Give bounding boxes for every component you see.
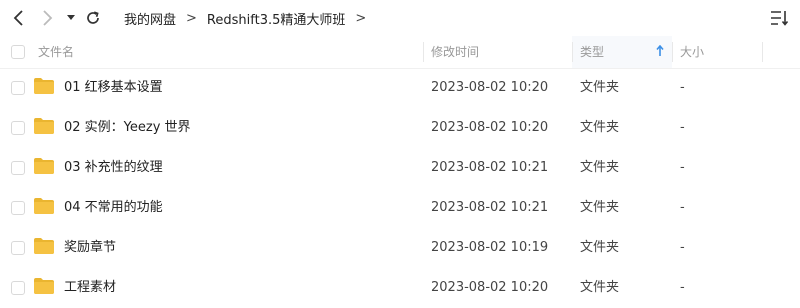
file-type: 文件夹 — [580, 200, 620, 215]
refresh-icon — [87, 11, 99, 24]
file-modified: 2023-08-02 10:19 — [431, 240, 549, 255]
toolbar: 我的网盘 > Redshift3.5精通大师班 > — [0, 0, 800, 36]
row-checkbox[interactable] — [11, 241, 25, 255]
file-size: - — [680, 80, 685, 95]
row-checkbox[interactable] — [11, 161, 25, 175]
column-header-size[interactable]: 大小 — [680, 36, 704, 68]
row-checkbox[interactable] — [11, 281, 25, 295]
file-type: 文件夹 — [580, 80, 620, 95]
breadcrumb-item-current[interactable]: Redshift3.5精通大师班 — [207, 9, 345, 28]
caret-down-icon — [67, 15, 75, 20]
column-divider[interactable] — [762, 42, 763, 62]
folder-icon — [34, 78, 54, 94]
sort-list-icon — [771, 11, 789, 26]
file-size: - — [680, 240, 685, 255]
file-row[interactable]: 奖励章节 2023-08-02 10:19 文件夹 - — [0, 228, 800, 268]
file-modified: 2023-08-02 10:20 — [431, 280, 549, 295]
folder-icon — [34, 158, 54, 174]
column-header-type[interactable]: 类型 — [580, 36, 604, 68]
file-row[interactable]: 01 红移基本设置 2023-08-02 10:20 文件夹 - — [0, 68, 800, 108]
column-divider[interactable] — [572, 42, 573, 62]
chevron-right-icon — [43, 10, 53, 26]
file-row[interactable]: 04 不常用的功能 2023-08-02 10:21 文件夹 - — [0, 188, 800, 228]
select-all-checkbox[interactable] — [11, 45, 25, 59]
file-modified: 2023-08-02 10:21 — [431, 160, 549, 175]
file-type: 文件夹 — [580, 280, 620, 295]
folder-icon — [34, 278, 54, 294]
column-header-modified[interactable]: 修改时间 — [431, 36, 479, 68]
column-header: 文件名 修改时间 类型 大小 — [0, 36, 800, 69]
column-divider[interactable] — [672, 42, 673, 62]
chevron-left-icon — [13, 10, 23, 26]
file-modified: 2023-08-02 10:21 — [431, 200, 549, 215]
file-row[interactable]: 03 补充性的纹理 2023-08-02 10:21 文件夹 - — [0, 148, 800, 188]
sort-order-button[interactable] — [770, 9, 790, 27]
folder-icon — [34, 198, 54, 214]
breadcrumb: 我的网盘 > Redshift3.5精通大师班 > — [124, 9, 376, 28]
folder-icon — [34, 238, 54, 254]
row-checkbox[interactable] — [11, 201, 25, 215]
file-type: 文件夹 — [580, 240, 620, 255]
file-name[interactable]: 奖励章节 — [64, 228, 116, 268]
forward-button[interactable] — [38, 8, 56, 28]
sort-ascending-icon — [656, 45, 664, 56]
column-header-name[interactable]: 文件名 — [38, 36, 74, 68]
file-name[interactable]: 03 补充性的纹理 — [64, 148, 163, 188]
breadcrumb-separator: > — [355, 11, 367, 26]
file-name[interactable]: 工程素材 — [64, 268, 116, 308]
row-checkbox[interactable] — [11, 81, 25, 95]
file-size: - — [680, 160, 685, 175]
history-dropdown-button[interactable] — [64, 8, 78, 28]
file-size: - — [680, 280, 685, 295]
column-divider[interactable] — [423, 42, 424, 62]
file-modified: 2023-08-02 10:20 — [431, 80, 549, 95]
breadcrumb-separator: > — [186, 11, 197, 26]
file-modified: 2023-08-02 10:20 — [431, 120, 549, 135]
file-name[interactable]: 04 不常用的功能 — [64, 188, 163, 228]
refresh-button[interactable] — [84, 8, 102, 28]
file-size: - — [680, 200, 685, 215]
back-button[interactable] — [10, 8, 28, 28]
file-type: 文件夹 — [580, 160, 620, 175]
breadcrumb-item-root[interactable]: 我的网盘 — [124, 9, 176, 28]
folder-icon — [34, 118, 54, 134]
row-checkbox[interactable] — [11, 121, 25, 135]
file-row[interactable]: 工程素材 2023-08-02 10:20 文件夹 - — [0, 268, 800, 308]
file-row[interactable]: 02 实例：Yeezy 世界 2023-08-02 10:20 文件夹 - — [0, 108, 800, 148]
file-size: - — [680, 120, 685, 135]
file-name[interactable]: 01 红移基本设置 — [64, 68, 163, 108]
file-name[interactable]: 02 实例：Yeezy 世界 — [64, 108, 191, 148]
file-type: 文件夹 — [580, 120, 620, 135]
